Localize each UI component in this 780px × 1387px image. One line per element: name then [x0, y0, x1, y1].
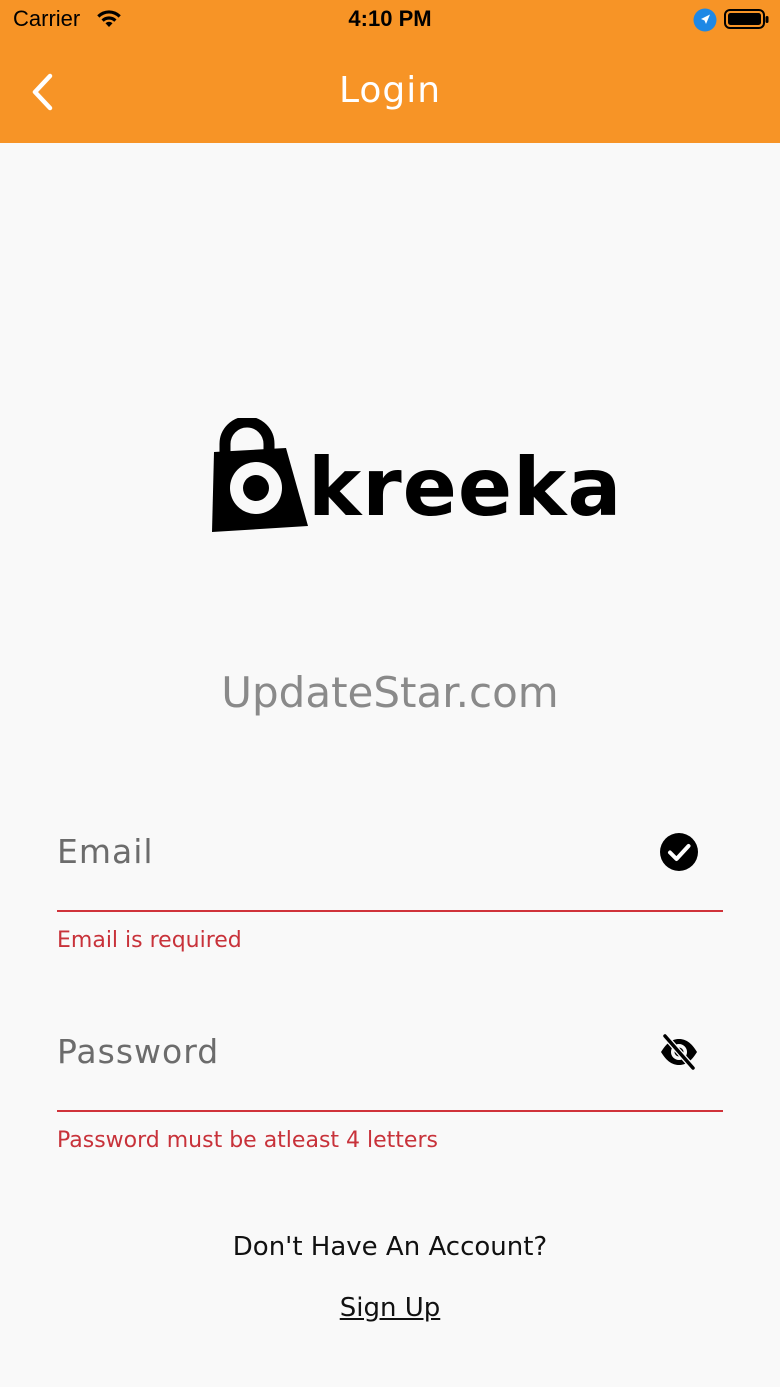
account-prompt: Don't Have An Account? [232, 1232, 548, 1262]
watermark-text: UpdateStar.com [221, 668, 559, 717]
email-underline [57, 910, 723, 912]
signup-link[interactable]: Sign Up [340, 1293, 441, 1323]
nav-bar: Login [0, 40, 780, 143]
email-error-message: Email is required [57, 928, 242, 953]
eye-off-icon[interactable] [659, 1032, 699, 1072]
app-logo: kreeka [208, 418, 621, 538]
email-input[interactable] [57, 826, 637, 876]
password-field [57, 1012, 723, 1112]
signup-link-row: Sign Up [0, 1293, 780, 1323]
battery-icon [724, 9, 769, 29]
status-time: 4:10 PM [348, 6, 432, 31]
check-circle-icon [660, 833, 698, 871]
password-error-message: Password must be atleast 4 letters [57, 1128, 438, 1153]
header: Carrier 4:10 PM Login [0, 0, 780, 143]
logo-wordmark: kreeka [308, 441, 623, 534]
email-field [57, 812, 723, 912]
page-title: Login [338, 70, 442, 111]
location-arrow-icon [693, 8, 717, 32]
login-screen: Carrier 4:10 PM Login kreeka UpdateStar.… [0, 0, 780, 1387]
password-input[interactable] [57, 1026, 637, 1076]
status-bar: Carrier 4:10 PM [0, 0, 780, 40]
shopping-bag-icon [212, 418, 308, 532]
password-underline [57, 1110, 723, 1112]
